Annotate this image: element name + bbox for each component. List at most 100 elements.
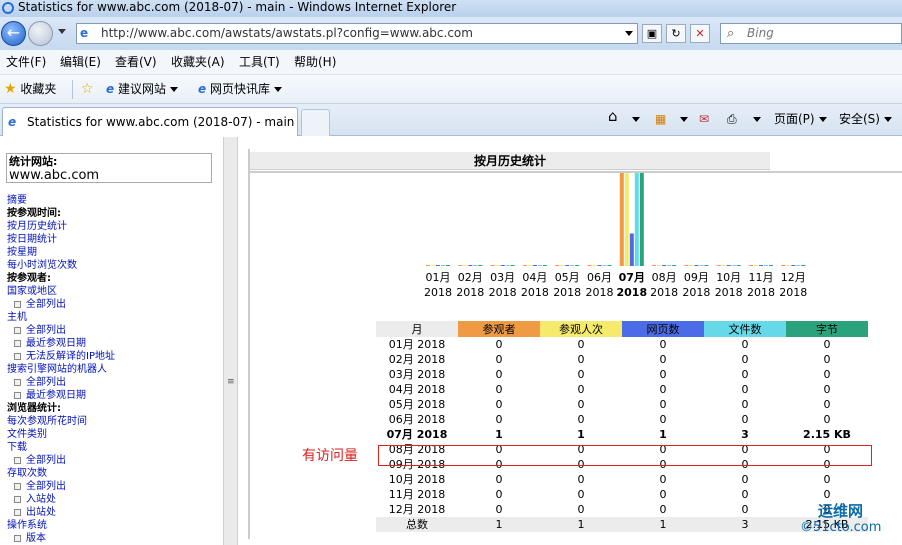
sidebar-item[interactable]: 出站处 bbox=[14, 506, 56, 519]
x-tick-month: 10月 bbox=[716, 271, 741, 284]
sidebar-item[interactable]: 全部列出 bbox=[14, 324, 66, 337]
sidebar-item[interactable]: 入站处 bbox=[14, 493, 56, 506]
favorites-button[interactable]: ★ 收藏夹 bbox=[4, 82, 56, 97]
suggested-sites-link[interactable]: e 建议网站 bbox=[106, 82, 178, 97]
table-cell: 0 bbox=[659, 488, 667, 501]
sidebar-item[interactable]: 全部列出 bbox=[14, 454, 66, 467]
add-favorite-icon[interactable]: ☆ bbox=[81, 82, 94, 97]
table-cell: 0 bbox=[741, 488, 749, 501]
bar-4-month-5 bbox=[570, 265, 575, 266]
sidebar-item[interactable]: 全部列出 bbox=[14, 298, 66, 311]
sidebar-item[interactable]: 存取次数 bbox=[7, 467, 47, 480]
frame-splitter[interactable]: ≡ bbox=[223, 137, 238, 545]
bar-3-month-3 bbox=[500, 265, 505, 266]
table-cell: 0 bbox=[741, 473, 749, 486]
web-slice-gallery-link[interactable]: e 网页快讯库 bbox=[198, 82, 282, 97]
x-tick-year: 2018 bbox=[489, 286, 517, 299]
bar-1-month-2 bbox=[458, 265, 463, 266]
monthly-stats-table: 月参观者 参观人次 网页数 文件数 字节 01月 2018 0 0 0 0 0 02月 2018 0 0… bbox=[376, 321, 868, 532]
panel-title: 按月历史统计 bbox=[473, 154, 546, 168]
print-icon[interactable]: ⎙ bbox=[727, 112, 737, 127]
column-header: 文件数 bbox=[704, 321, 786, 337]
sidebar-item[interactable]: 搜索引擎网站的机器人 bbox=[7, 363, 107, 376]
bar-5-month-7 bbox=[639, 173, 644, 266]
table-cell: 1 bbox=[622, 517, 704, 532]
menu-file[interactable]: 文件(F) bbox=[6, 55, 46, 70]
sidebar-item[interactable]: 下载 bbox=[7, 441, 27, 454]
menu-edit[interactable]: 编辑(E) bbox=[60, 55, 101, 70]
sidebar-heading: 按参观者: bbox=[7, 272, 51, 285]
table-cell: 0 bbox=[741, 368, 749, 381]
bar-5-month-5 bbox=[575, 265, 580, 266]
sidebar-item[interactable]: 最近参观日期 bbox=[14, 389, 86, 402]
sidebar-item[interactable]: 按星期 bbox=[7, 246, 37, 259]
new-tab-button[interactable] bbox=[301, 109, 330, 136]
sidebar-item[interactable]: 主机 bbox=[7, 311, 27, 324]
mail-icon[interactable]: ✉ bbox=[699, 112, 709, 127]
list-bullet-icon bbox=[14, 509, 21, 516]
sidebar-item[interactable]: 操作系统 bbox=[7, 519, 47, 532]
table-cell: 12月 2018 bbox=[388, 503, 446, 516]
page-menu[interactable]: 页面(P) bbox=[774, 112, 827, 127]
sidebar-item[interactable]: 按月历史统计 bbox=[7, 220, 67, 233]
menu-tools[interactable]: 工具(T) bbox=[239, 55, 280, 70]
bar-2-month-8 bbox=[657, 265, 662, 266]
bar-5-month-10 bbox=[736, 265, 741, 266]
sidebar-item[interactable]: 每次参观所花时间 bbox=[7, 415, 87, 428]
table-cell: 0 bbox=[659, 368, 667, 381]
sidebar-item[interactable]: 全部列出 bbox=[14, 480, 66, 493]
feeds-dropdown[interactable] bbox=[676, 112, 688, 127]
bar-4-month-8 bbox=[667, 265, 672, 266]
home-dropdown[interactable] bbox=[628, 112, 640, 127]
table-cell: 0 bbox=[577, 413, 585, 426]
print-dropdown[interactable] bbox=[749, 112, 761, 127]
column-header: 字节 bbox=[786, 321, 868, 337]
sidebar-item[interactable]: 按日期统计 bbox=[7, 233, 57, 246]
menu-favorites[interactable]: 收藏夹(A) bbox=[171, 55, 225, 70]
splitter-grip-icon[interactable]: ≡ bbox=[227, 377, 235, 387]
forward-button[interactable] bbox=[28, 21, 53, 46]
back-button[interactable]: ← bbox=[1, 21, 26, 46]
recent-pages-dropdown-icon[interactable] bbox=[58, 29, 66, 34]
compatibility-view-icon[interactable]: ▣ bbox=[642, 24, 662, 43]
sidebar-item[interactable]: 最近参观日期 bbox=[14, 337, 86, 350]
sidebar-item[interactable]: 每小时浏览次数 bbox=[7, 259, 77, 272]
sidebar-item-label: 按星期 bbox=[7, 247, 37, 258]
menu-help[interactable]: 帮助(H) bbox=[294, 55, 336, 70]
tab-active[interactable]: e Statistics for www.abc.com (2018-07) -… bbox=[2, 107, 298, 136]
table-cell: 0 bbox=[495, 398, 503, 411]
address-url[interactable]: http://www.abc.com/awstats/awstats.pl?co… bbox=[101, 26, 473, 41]
home-icon[interactable]: ⌂ bbox=[608, 109, 618, 124]
sidebar-item[interactable]: 全部列出 bbox=[14, 376, 66, 389]
address-dropdown-icon[interactable] bbox=[625, 31, 633, 36]
safety-menu-label: 安全(S) bbox=[839, 112, 880, 126]
table-cell: 1 bbox=[659, 428, 667, 441]
ie-page-icon: e bbox=[8, 115, 17, 129]
stop-icon[interactable]: ✕ bbox=[690, 24, 710, 43]
menu-view[interactable]: 查看(V) bbox=[115, 55, 157, 70]
sidebar-item-label: 入站处 bbox=[26, 494, 56, 505]
sidebar-item[interactable]: 版本 bbox=[14, 532, 46, 545]
sidebar-item[interactable]: 文件类别 bbox=[7, 428, 47, 441]
safety-menu[interactable]: 安全(S) bbox=[839, 112, 892, 127]
x-tick-year: 2018 bbox=[650, 286, 678, 299]
address-bar[interactable]: e http://www.abc.com/awstats/awstats.pl?… bbox=[76, 23, 638, 44]
table-cell: 0 bbox=[495, 473, 503, 486]
table-cell: 3 bbox=[741, 428, 749, 441]
feeds-icon[interactable]: ▦ bbox=[655, 112, 666, 127]
x-tick-year: 2018 bbox=[747, 286, 775, 299]
web-slice-gallery-label: 网页快讯库 bbox=[209, 82, 270, 96]
refresh-icon[interactable]: ↻ bbox=[666, 24, 686, 43]
search-icon[interactable]: ⌕ bbox=[727, 26, 734, 41]
bar-1-month-6 bbox=[587, 265, 592, 266]
table-cell: 0 bbox=[495, 413, 503, 426]
table-cell: 0 bbox=[741, 413, 749, 426]
sidebar-item[interactable]: 无法反解译的IP地址 bbox=[14, 350, 115, 363]
sidebar-item[interactable]: 摘要 bbox=[7, 194, 27, 207]
sidebar-item[interactable]: 国家或地区 bbox=[7, 285, 57, 298]
list-bullet-icon bbox=[14, 392, 21, 399]
sidebar-item-label: 全部列出 bbox=[26, 377, 66, 388]
x-tick-year: 2018 bbox=[715, 286, 743, 299]
search-box[interactable]: ⌕ Bing bbox=[720, 23, 902, 44]
watermark-line2: ©51cto.com bbox=[800, 520, 882, 535]
